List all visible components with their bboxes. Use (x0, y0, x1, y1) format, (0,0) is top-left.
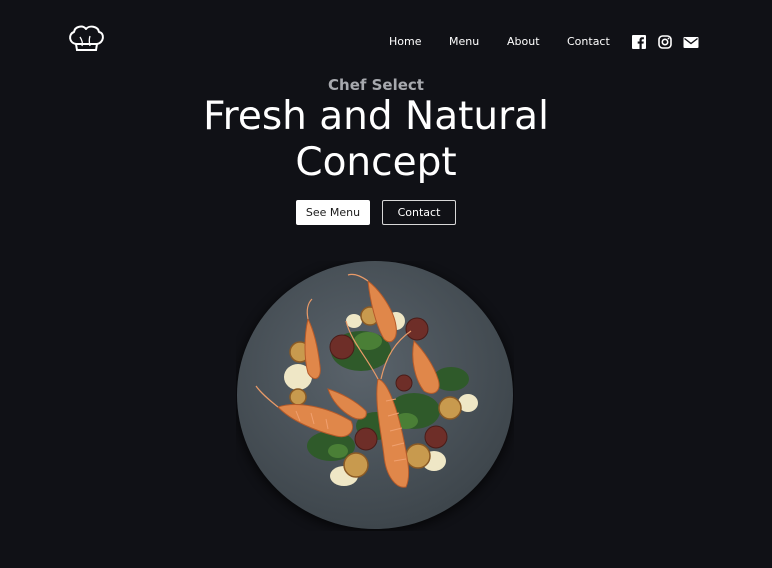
mail-icon[interactable] (683, 35, 699, 49)
nav-contact[interactable]: Contact (567, 35, 610, 48)
landing-page: Home Menu About Contact Chef Select Fres… (0, 0, 772, 568)
nav-about[interactable]: About (507, 35, 540, 48)
instagram-icon[interactable] (658, 35, 672, 49)
facebook-icon[interactable] (632, 35, 646, 49)
hero-title-line2: Concept (295, 140, 457, 185)
nav-menu[interactable]: Menu (449, 35, 479, 48)
hero-title: Fresh and Natural Concept (0, 94, 752, 186)
see-menu-button[interactable]: See Menu (296, 200, 370, 225)
hero-subtitle: Chef Select (328, 76, 424, 94)
chef-hat-icon[interactable] (66, 23, 106, 53)
contact-button[interactable]: Contact (382, 200, 456, 225)
hero-title-line1: Fresh and Natural (203, 94, 549, 139)
dish-image (236, 261, 514, 531)
nav-home[interactable]: Home (389, 35, 421, 48)
